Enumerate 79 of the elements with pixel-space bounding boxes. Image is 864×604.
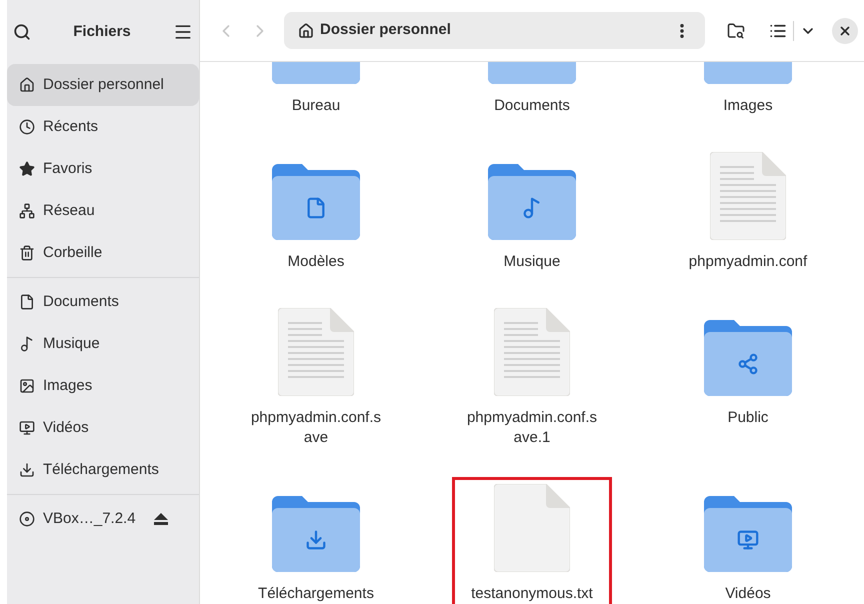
document-icon [305, 197, 327, 219]
close-icon [838, 24, 852, 38]
sidebar-item[interactable]: Documents [7, 281, 199, 323]
sidebar-item[interactable]: Vidéos [7, 407, 199, 449]
app-title: Fichiers [73, 22, 131, 42]
sidebar-label: Réseau [43, 200, 95, 221]
folder-search-icon[interactable] [727, 22, 745, 40]
folder-icon [272, 164, 360, 240]
sidebar-item[interactable]: Images [7, 365, 199, 407]
folder-icon [704, 320, 792, 396]
file-icon [494, 308, 570, 396]
sidebar-label: Récents [43, 116, 98, 137]
sidebar-label: Musique [43, 334, 100, 354]
folder-icon [704, 496, 792, 572]
file-name: Documents [493, 96, 571, 116]
sidebar-label: Favoris [43, 158, 92, 179]
file-icon [278, 308, 354, 396]
file-name: phpmyadmin.conf.s ave.1 [466, 408, 598, 448]
path-bar[interactable]: Dossier personnel [284, 12, 705, 49]
file-name: phpmyadmin.conf [688, 252, 808, 272]
home-icon [19, 77, 35, 93]
sidebar-item[interactable]: Dossier personnel [7, 64, 199, 106]
sidebar-item[interactable]: Réseau [7, 190, 199, 232]
folder-icon [488, 164, 576, 240]
sidebar-label: Documents [43, 292, 119, 312]
download-icon [305, 529, 327, 551]
path-label: Dossier personnel [320, 20, 452, 40]
file-item[interactable]: Vidéos [668, 477, 828, 604]
video-icon [19, 420, 35, 436]
file-item[interactable]: Documents [452, 62, 612, 145]
file-name: Vidéos [724, 584, 772, 604]
music-note-icon [19, 336, 35, 352]
file-item[interactable]: phpmyadmin.conf.s ave.1 [452, 301, 612, 477]
sidebar-label: Vidéos [43, 418, 89, 438]
file-name: testanonymous.txt [470, 584, 594, 604]
sidebar-label: Images [43, 376, 92, 396]
sidebar-label: VBox…_7.2.4 [43, 508, 136, 529]
file-icon [710, 152, 786, 240]
file-item[interactable]: testanonymous.txt [452, 477, 612, 604]
home-icon [298, 22, 314, 38]
image-icon [19, 378, 35, 394]
file-name: Téléchargements [257, 584, 375, 604]
file-item[interactable]: Public [668, 301, 828, 477]
file-name: Public [726, 408, 770, 428]
folder-icon [272, 496, 360, 572]
file-item[interactable]: Téléchargements [236, 477, 396, 604]
file-item[interactable]: Modèles [236, 145, 396, 301]
search-icon[interactable] [13, 23, 31, 41]
file-icon [494, 484, 570, 572]
sidebar-item[interactable]: Corbeille [7, 232, 199, 274]
clock-icon [19, 119, 35, 135]
file-name: Musique [502, 252, 562, 272]
network-icon [19, 203, 35, 219]
sidebar-label: Téléchargements [43, 460, 159, 480]
sidebar-item[interactable]: Téléchargements [7, 449, 199, 491]
file-name: Modèles [286, 252, 346, 272]
download-icon [19, 462, 35, 478]
file-item[interactable]: phpmyadmin.conf.s ave [236, 301, 396, 477]
document-icon [19, 294, 35, 310]
disc-icon [19, 511, 35, 527]
sidebar-item[interactable]: Favoris [7, 148, 199, 190]
file-item[interactable]: Musique [452, 145, 612, 301]
file-name: Bureau [290, 96, 342, 116]
file-item[interactable]: Images [668, 62, 828, 145]
video-icon [737, 529, 759, 551]
star-icon [19, 161, 35, 177]
share-icon [737, 353, 759, 375]
close-button[interactable] [832, 18, 858, 44]
file-name: Images [722, 96, 774, 116]
eject-icon[interactable] [154, 513, 168, 525]
sidebar-item[interactable]: Récents [7, 106, 199, 148]
sidebar-item[interactable]: Musique [7, 323, 199, 365]
file-name: phpmyadmin.conf.s ave [250, 408, 382, 448]
sidebar-label: Corbeille [43, 242, 102, 263]
file-item[interactable]: phpmyadmin.conf [668, 145, 828, 301]
sidebar-item[interactable]: VBox…_7.2.4 [7, 498, 199, 540]
sidebar-label: Dossier personnel [43, 74, 164, 95]
file-item[interactable]: Bureau [236, 62, 396, 145]
trash-icon [19, 245, 35, 261]
